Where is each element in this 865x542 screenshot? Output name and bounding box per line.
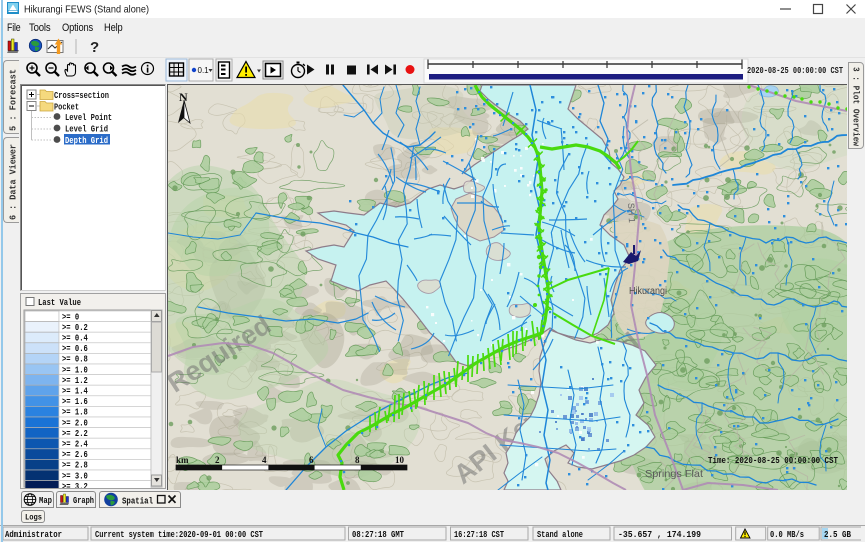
svg-text:6: 6 [309, 455, 314, 465]
svg-text:3 : Plot Overview: 3 : Plot Overview [851, 67, 861, 147]
svg-text:>= 1.0: >= 1.0 [62, 365, 88, 375]
svg-text:2.5 GB: 2.5 GB [824, 529, 851, 540]
svg-text:Hikurangi FEWS (Stand alone): Hikurangi FEWS (Stand alone) [24, 4, 149, 16]
svg-text:Depth Grid: Depth Grid [65, 136, 108, 146]
svg-text:Stand alone: Stand alone [537, 529, 583, 540]
svg-text:>= 0: >= 0 [62, 312, 79, 322]
svg-text:4: 4 [262, 455, 267, 465]
svg-text:>= 2.4: >= 2.4 [62, 440, 88, 450]
svg-text:>= 3.2: >= 3.2 [62, 482, 88, 488]
svg-text:Map: Map [39, 496, 52, 506]
svg-text:Pocket: Pocket [54, 103, 79, 113]
svg-text:0.1: 0.1 [198, 66, 210, 75]
svg-text:08:27:18 GMT: 08:27:18 GMT [352, 529, 404, 540]
svg-text:?: ? [90, 39, 99, 56]
svg-text:Hikurangi: Hikurangi [629, 286, 667, 297]
svg-text:16:27:18 CST: 16:27:18 CST [454, 529, 504, 540]
svg-text:>= 0.8: >= 0.8 [62, 355, 88, 365]
svg-text:-35.657 , 174.199: -35.657 , 174.199 [618, 529, 701, 540]
svg-text:File: File [7, 22, 21, 34]
svg-text:Help: Help [104, 22, 123, 34]
svg-text:>= 3.0: >= 3.0 [62, 471, 88, 481]
svg-text:Spatial: Spatial [122, 497, 153, 507]
svg-text:>= 1.4: >= 1.4 [62, 387, 88, 397]
svg-text:>= 0.4: >= 0.4 [62, 334, 88, 344]
svg-text:>= 0.2: >= 0.2 [62, 323, 88, 333]
svg-text:Level Point: Level Point [65, 113, 112, 123]
svg-text:>= 2.0: >= 2.0 [62, 418, 88, 428]
svg-text:0.0 MB/s: 0.0 MB/s [770, 529, 804, 540]
svg-text:>= 2.2: >= 2.2 [62, 429, 88, 439]
svg-text:>= 0.6: >= 0.6 [62, 344, 88, 354]
svg-text:SH 1: SH 1 [626, 203, 637, 224]
svg-text:10: 10 [395, 455, 405, 465]
svg-text:2: 2 [215, 455, 220, 465]
svg-text:Graph: Graph [73, 496, 94, 506]
svg-text:Springs Flat: Springs Flat [645, 468, 703, 480]
svg-text:Logs: Logs [25, 513, 42, 523]
svg-text:8: 8 [355, 455, 360, 465]
svg-text:Administrator: Administrator [5, 529, 62, 540]
svg-text:>= 1.8: >= 1.8 [62, 408, 88, 418]
svg-text:Options: Options [62, 22, 94, 34]
svg-text:Tools: Tools [29, 22, 51, 34]
svg-text:Last Value: Last Value [38, 298, 81, 308]
svg-text:km: km [176, 455, 189, 465]
svg-text:>= 2.6: >= 2.6 [62, 450, 88, 460]
svg-text:5 : Forecast: 5 : Forecast [9, 69, 19, 131]
svg-text:Time: 2020-08-25 00:00:00 CST: Time: 2020-08-25 00:00:00 CST [708, 455, 838, 466]
svg-text:Level Grid: Level Grid [65, 125, 108, 135]
svg-text:>= 1.2: >= 1.2 [62, 376, 88, 386]
svg-text:2020-08-25 00:00:00 CST: 2020-08-25 00:00:00 CST [747, 66, 843, 76]
svg-text:>= 1.6: >= 1.6 [62, 397, 88, 407]
svg-text:Cross=section: Cross=section [54, 91, 109, 101]
svg-text:Current system time:2020-09-01: Current system time:2020-09-01 00:00 CST [95, 529, 263, 540]
svg-text:6 : Data Viewer: 6 : Data Viewer [9, 144, 19, 220]
svg-text:N: N [179, 90, 188, 104]
svg-text:>= 2.8: >= 2.8 [62, 461, 88, 471]
